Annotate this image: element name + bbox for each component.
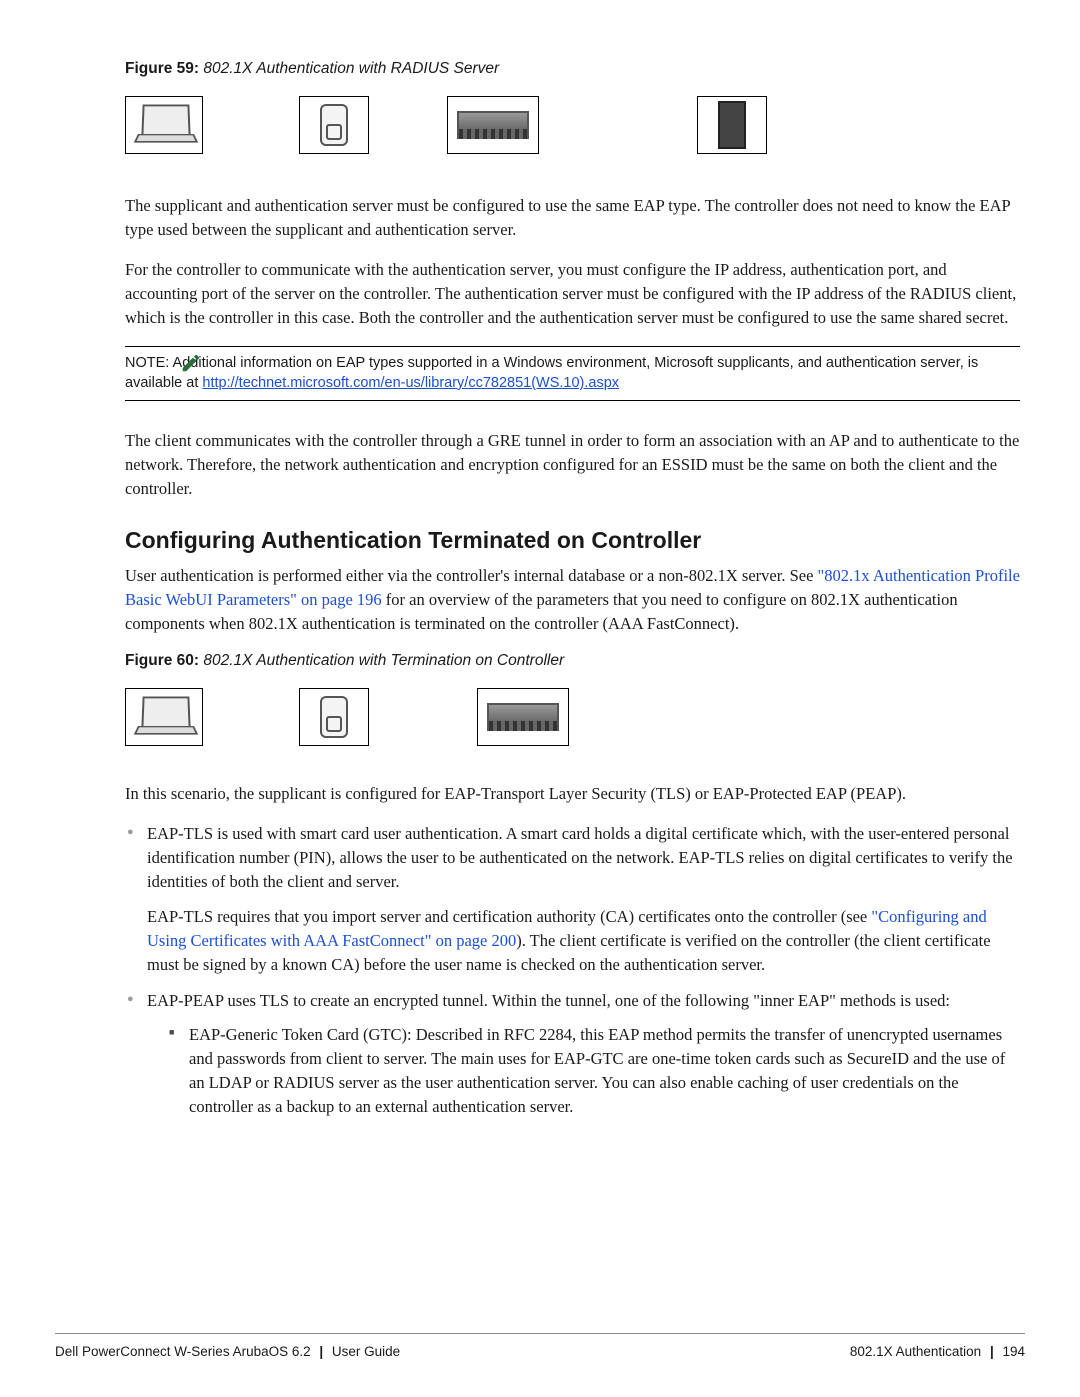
footer-right: 802.1X Authentication | 194 [850,1344,1025,1359]
figure-60-graphic [125,688,1020,746]
laptop-icon [125,96,203,154]
inner-list: EAP-Generic Token Card (GTC): Described … [147,1023,1020,1119]
note-link[interactable]: http://technet.microsoft.com/en-us/libra… [202,375,619,391]
access-point-icon [299,688,369,746]
access-point-icon [299,96,369,154]
figure-60-caption: Figure 60: 802.1X Authentication with Te… [125,652,1020,670]
paragraph: In this scenario, the supplicant is conf… [125,782,1020,806]
section-heading: Configuring Authentication Terminated on… [125,527,1020,554]
paragraph: The supplicant and authentication server… [125,194,1020,242]
figure-lead: Figure 60: [125,652,199,669]
laptop-icon [125,688,203,746]
figure-59-graphic [125,96,1020,154]
note-lead: NOTE: [125,355,173,371]
figure-59-caption: Figure 59: 802.1X Authentication with RA… [125,60,1020,78]
paragraph: For the controller to communicate with t… [125,258,1020,330]
footer-left: Dell PowerConnect W-Series ArubaOS 6.2 |… [55,1344,400,1359]
figure-lead: Figure 59: [125,60,199,77]
bullet-list: EAP-TLS is used with smart card user aut… [125,822,1020,1119]
list-item: EAP-PEAP uses TLS to create an encrypted… [125,989,1020,1119]
controller-icon [447,96,539,154]
server-icon [697,96,767,154]
figure-title: 802.1X Authentication with Termination o… [203,652,564,669]
note-block: NOTE: Additional information on EAP type… [125,346,1020,402]
paragraph: User authentication is performed either … [125,564,1020,636]
list-item: EAP-TLS is used with smart card user aut… [125,822,1020,978]
paragraph: The client communicates with the control… [125,429,1020,501]
page-footer: Dell PowerConnect W-Series ArubaOS 6.2 |… [55,1333,1025,1359]
pencil-icon [180,352,202,374]
figure-title: 802.1X Authentication with RADIUS Server [203,60,499,77]
list-item: EAP-Generic Token Card (GTC): Described … [169,1023,1020,1119]
controller-icon [477,688,569,746]
